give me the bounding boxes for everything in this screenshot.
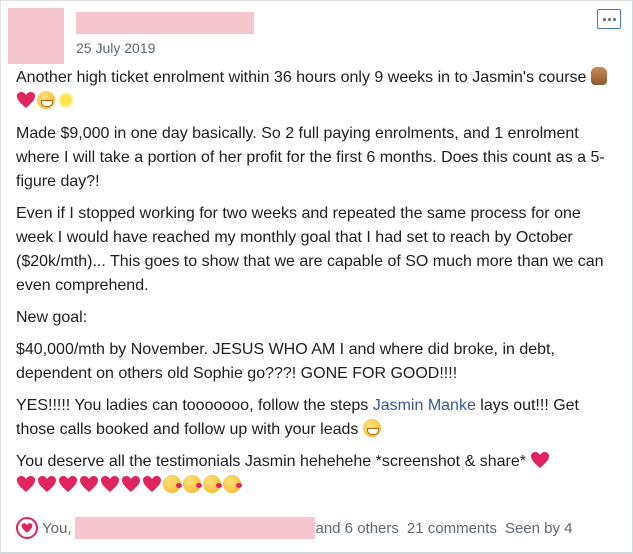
heart-icon bbox=[101, 476, 119, 492]
heart-icon bbox=[531, 452, 550, 468]
post-paragraph: New goal: bbox=[16, 309, 88, 326]
reactions-bar: You, and 6 others 21 comments Seen by 4 bbox=[16, 515, 622, 541]
author-name-redacted[interactable] bbox=[76, 12, 254, 34]
reactors-you-label[interactable]: You, bbox=[42, 520, 71, 537]
grin-icon bbox=[362, 419, 381, 437]
post-body: Another high ticket enrolment within 36 … bbox=[16, 66, 622, 506]
post-paragraph: You deserve all the testimonials Jasmin … bbox=[16, 450, 622, 498]
heart-icon bbox=[122, 476, 140, 492]
more-dot-icon bbox=[602, 17, 606, 21]
reactor-names-redacted[interactable] bbox=[75, 517, 316, 539]
post-paragraph: Another high ticket enrolment within 36 … bbox=[16, 66, 622, 114]
heart-icon bbox=[17, 476, 35, 492]
post-date[interactable]: 25 July 2019 bbox=[76, 40, 155, 56]
post-paragraph: Made $9,000 in one day basically. So 2 f… bbox=[16, 125, 605, 190]
kiss-face-icon bbox=[183, 475, 202, 493]
post-paragraph: Even if I stopped working for two weeks … bbox=[16, 205, 604, 294]
heart-icon bbox=[80, 476, 98, 492]
prayer-hands-icon bbox=[590, 67, 607, 85]
comments-count-link[interactable]: 21 comments bbox=[407, 520, 497, 537]
heart-icon bbox=[17, 92, 35, 108]
more-dot-icon bbox=[612, 17, 616, 21]
heart-icon bbox=[38, 476, 56, 492]
post-paragraph: YES!!!!! You ladies can tooooooo, follow… bbox=[16, 397, 579, 438]
kiss-face-icon bbox=[163, 475, 182, 493]
grin-icon bbox=[37, 91, 55, 109]
mention-link[interactable]: Jasmin Manke bbox=[373, 397, 476, 414]
more-dot-icon bbox=[607, 17, 611, 21]
avatar[interactable] bbox=[8, 8, 64, 64]
kiss-face-icon bbox=[203, 475, 222, 493]
kiss-face-icon bbox=[223, 475, 242, 493]
reactors-others-link[interactable]: and 6 others bbox=[315, 520, 398, 537]
seen-by-link[interactable]: Seen by 4 bbox=[505, 520, 573, 537]
heart-icon bbox=[143, 476, 161, 492]
sun-icon bbox=[57, 91, 75, 109]
heart-icon bbox=[59, 476, 77, 492]
post-paragraph: $40,000/mth by November. JESUS WHO AM I … bbox=[16, 341, 555, 382]
love-reaction-icon[interactable] bbox=[16, 517, 38, 539]
more-options-button[interactable] bbox=[597, 9, 621, 29]
